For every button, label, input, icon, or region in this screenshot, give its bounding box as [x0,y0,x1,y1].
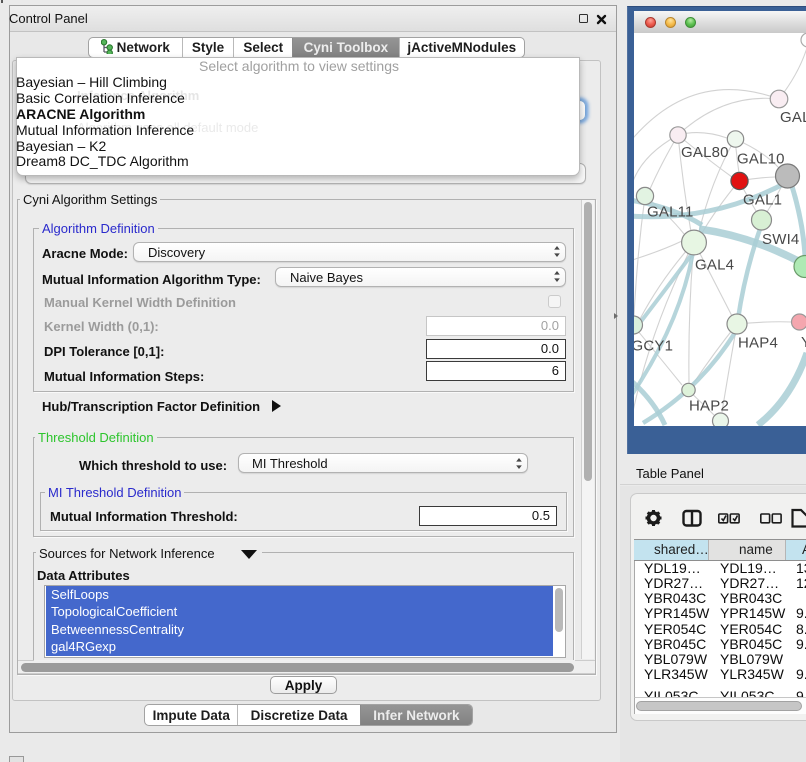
svg-text:HAP4: HAP4 [738,335,778,352]
svg-text:Y: Y [801,334,806,351]
svg-text:SWI4: SWI4 [762,231,799,248]
svg-text:GAL4: GAL4 [695,257,734,274]
svg-text:GAL1: GAL1 [743,192,782,209]
svg-text:GAL11: GAL11 [647,204,694,221]
svg-text:HAP2: HAP2 [689,398,729,415]
svg-text:GAL10: GAL10 [737,151,785,168]
svg-text:GAL80: GAL80 [681,144,729,161]
svg-text:GCY1: GCY1 [634,338,673,355]
svg-text:GAL7: GAL7 [780,109,806,126]
